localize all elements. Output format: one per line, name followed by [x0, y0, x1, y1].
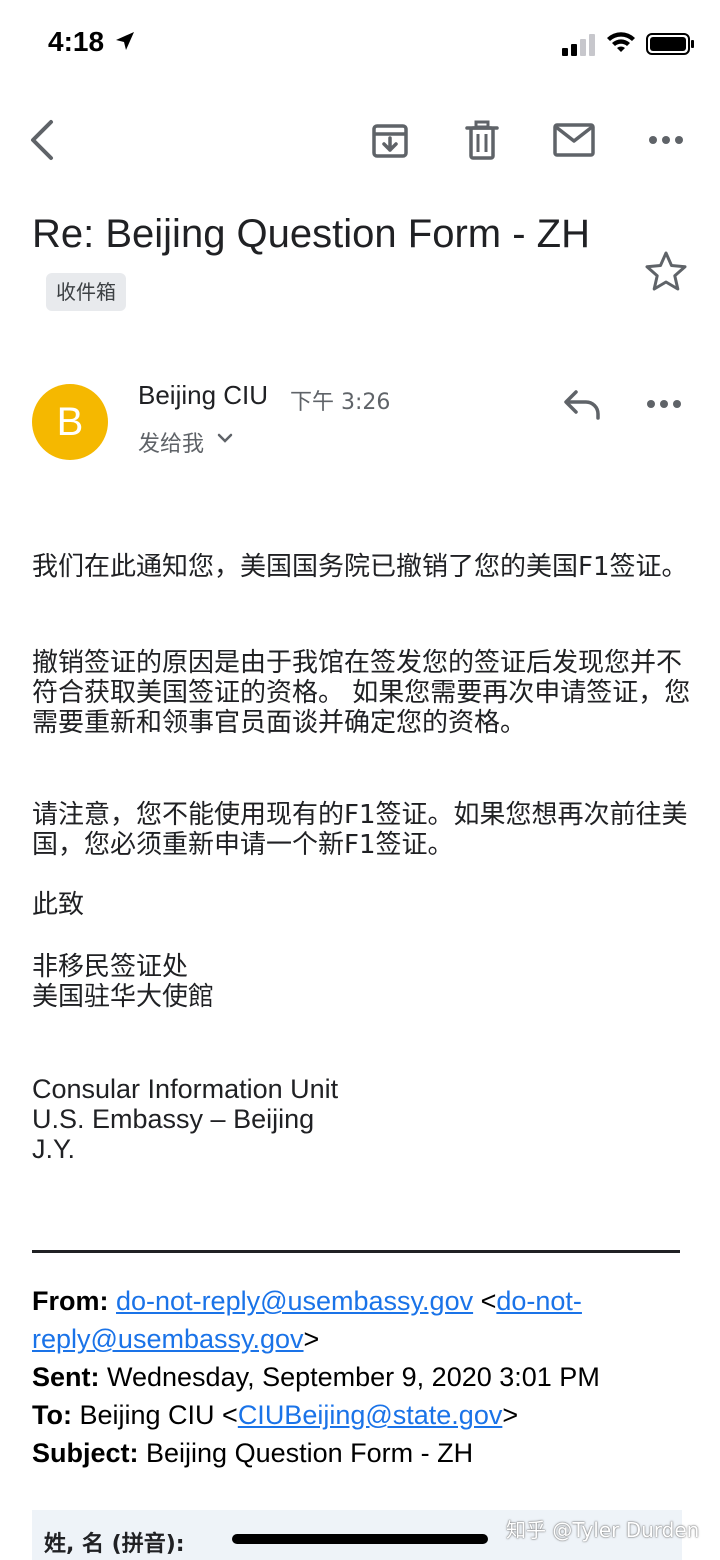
- from-label: From:: [32, 1286, 109, 1316]
- reply-button[interactable]: [562, 388, 602, 424]
- back-arrow-icon: [31, 120, 53, 160]
- to-label: To:: [32, 1400, 72, 1430]
- forwarded-header: From: do-not-reply@usembassy.gov <do-not…: [32, 1282, 692, 1472]
- battery-icon: [646, 33, 694, 55]
- archive-button[interactable]: [366, 116, 414, 164]
- archive-icon: [372, 124, 408, 158]
- sent-value: Wednesday, September 9, 2020 3:01 PM: [99, 1362, 600, 1392]
- to-end: >: [502, 1400, 519, 1430]
- signature-english: Consular Information Unit U.S. Embassy –…: [32, 1074, 692, 1164]
- to-line: To: Beijing CIU <CIUBeijing@state.gov>: [32, 1396, 692, 1434]
- delete-button[interactable]: [458, 116, 506, 164]
- email-subject: Re: Beijing Question Form - ZH 收件箱: [32, 204, 592, 324]
- home-indicator[interactable]: [232, 1534, 488, 1544]
- recipient-summary[interactable]: 发给我: [138, 426, 204, 458]
- reply-icon: [564, 390, 600, 420]
- to-value: Beijing CIU <: [71, 1400, 238, 1430]
- sent-time: 下午 3:26: [290, 390, 391, 415]
- body-paragraph-1: 我们在此通知您，美国国务院已撤销了您的美国F1签证。: [32, 552, 688, 582]
- signature-chinese: 非移民签证处 美国驻华大使館: [32, 952, 692, 1012]
- back-button[interactable]: [18, 116, 66, 164]
- from-email-link[interactable]: do-not-reply@usembassy.gov: [116, 1286, 473, 1316]
- sent-label: Sent:: [32, 1362, 100, 1392]
- closing-text: 此致: [32, 890, 85, 920]
- from-end: >: [303, 1324, 320, 1354]
- subject-line: Subject: Beijing Question Form - ZH: [32, 1434, 692, 1472]
- subject-value: Beijing Question Form - ZH: [138, 1438, 474, 1468]
- body-paragraph-2: 撤销签证的原因是由于我馆在签发您的签证后发现您并不符合获取美国签证的资格。 如果…: [32, 648, 691, 738]
- star-button[interactable]: [644, 250, 688, 296]
- signature-en-line-1: Consular Information Unit: [32, 1074, 339, 1104]
- inbox-label-badge[interactable]: 收件箱: [46, 273, 126, 312]
- more-icon: [649, 136, 683, 144]
- trash-icon: [465, 120, 499, 160]
- more-options-button[interactable]: [642, 116, 690, 164]
- sender-avatar[interactable]: B: [32, 384, 108, 460]
- chevron-down-icon[interactable]: [216, 432, 234, 444]
- to-email-link[interactable]: CIUBeijing@state.gov: [238, 1400, 503, 1430]
- quote-divider: [32, 1250, 680, 1253]
- mark-unread-button[interactable]: [550, 116, 598, 164]
- wifi-icon: [607, 32, 635, 52]
- subject-label: Subject:: [32, 1438, 139, 1468]
- more-icon: [647, 400, 681, 408]
- signature-line-1: 非移民签证处: [32, 952, 189, 982]
- sent-line: Sent: Wednesday, September 9, 2020 3:01 …: [32, 1358, 692, 1396]
- mail-icon: [553, 123, 595, 157]
- status-time: 4:18: [48, 26, 105, 57]
- signature-en-line-2: U.S. Embassy – Beijing: [32, 1104, 315, 1134]
- signature-en-line-3: J.Y.: [32, 1134, 76, 1164]
- from-mid: <: [473, 1286, 497, 1316]
- subject-text: Re: Beijing Question Form - ZH: [32, 212, 590, 256]
- sender-name[interactable]: Beijing CIU: [138, 380, 268, 411]
- from-line: From: do-not-reply@usembassy.gov <do-not…: [32, 1282, 692, 1358]
- star-icon: [645, 251, 687, 291]
- signature-line-2: 美国驻华大使館: [32, 982, 215, 1012]
- location-arrow-icon: [116, 32, 134, 50]
- form-name-label: 姓, 名 (拼音):: [44, 1532, 185, 1557]
- cellular-signal-icon: [562, 34, 595, 56]
- body-paragraph-3: 请注意，您不能使用现有的F1签证。如果您想再次前往美国，您必须重新申请一个新F1…: [32, 800, 688, 860]
- message-more-button[interactable]: [646, 394, 682, 413]
- watermark: 知乎 @Tyler Durden: [506, 1518, 700, 1542]
